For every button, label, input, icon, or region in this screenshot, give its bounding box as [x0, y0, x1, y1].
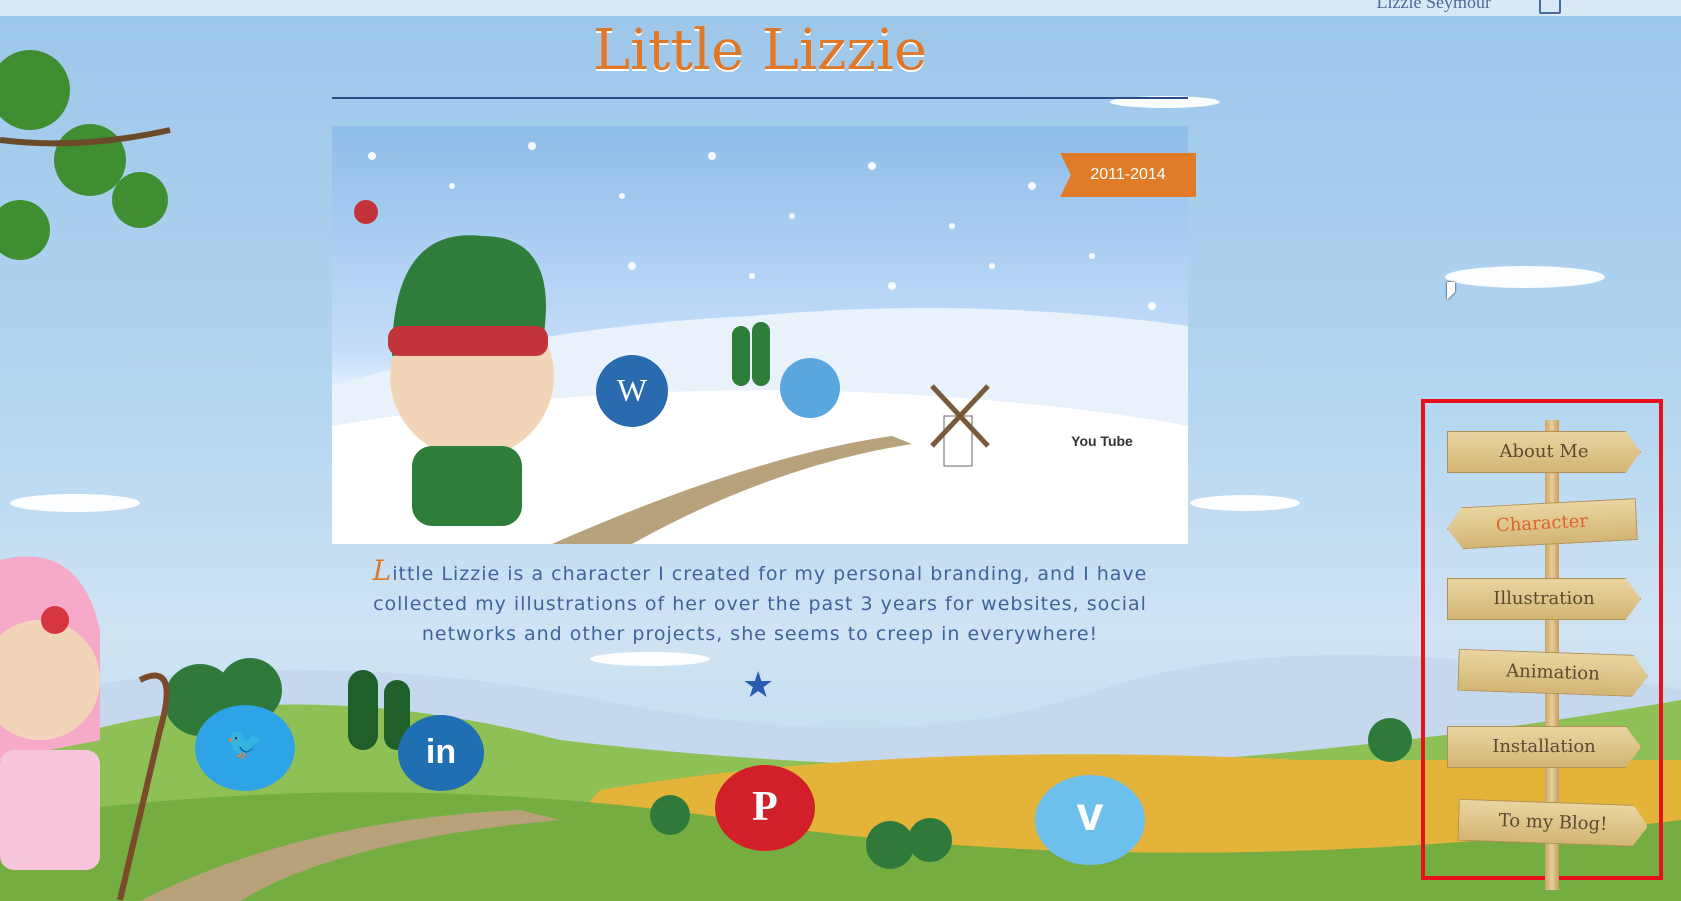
- pinterest-sheep-link[interactable]: P: [715, 765, 815, 851]
- top-bar: Lizzie Seymour: [0, 0, 1681, 16]
- hero-illustration: W You Tube: [332, 126, 1188, 544]
- cloud: [590, 652, 710, 666]
- nav-about-me[interactable]: About Me: [1447, 431, 1641, 473]
- cloud: [1445, 266, 1605, 288]
- intro-paragraph: Little Lizzie is a character I created f…: [360, 556, 1160, 649]
- nav-installation[interactable]: Installation: [1447, 726, 1641, 768]
- vimeo-sheep-link[interactable]: v: [1035, 775, 1145, 865]
- drop-cap: L: [372, 554, 393, 587]
- nav-animation[interactable]: Animation: [1457, 649, 1648, 698]
- title-divider: [332, 97, 1188, 99]
- twitter-bird-icon: 🐦: [226, 728, 264, 761]
- nav-illustration[interactable]: Illustration: [1447, 578, 1641, 620]
- nav-blog[interactable]: To my Blog!: [1457, 799, 1648, 848]
- winter-scene-illustration: W You Tube: [332, 142, 1188, 544]
- pink-girl-illustration: [0, 556, 170, 901]
- page-title: Little Lizzie: [592, 18, 928, 83]
- cloud: [1190, 495, 1300, 511]
- user-name-link[interactable]: Lizzie Seymour: [1377, 0, 1491, 13]
- mail-icon[interactable]: [1539, 0, 1561, 14]
- youtube-logo: You Tube: [1071, 433, 1133, 449]
- vimeo-icon: v: [1076, 788, 1104, 841]
- wordpress-logo: W: [617, 372, 648, 408]
- intro-text: ittle Lizzie is a character I created fo…: [373, 563, 1148, 645]
- cloud: [10, 494, 140, 512]
- mouse-cursor-icon: [1447, 282, 1455, 300]
- twitter-sheep-link[interactable]: 🐦: [195, 705, 295, 791]
- linkedin-sheep-link[interactable]: in: [398, 715, 484, 791]
- linkedin-icon: in: [425, 733, 457, 771]
- date-range-ribbon: 2011-2014: [1060, 153, 1196, 197]
- pinterest-icon: P: [752, 784, 778, 830]
- star-icon: ★: [742, 665, 775, 706]
